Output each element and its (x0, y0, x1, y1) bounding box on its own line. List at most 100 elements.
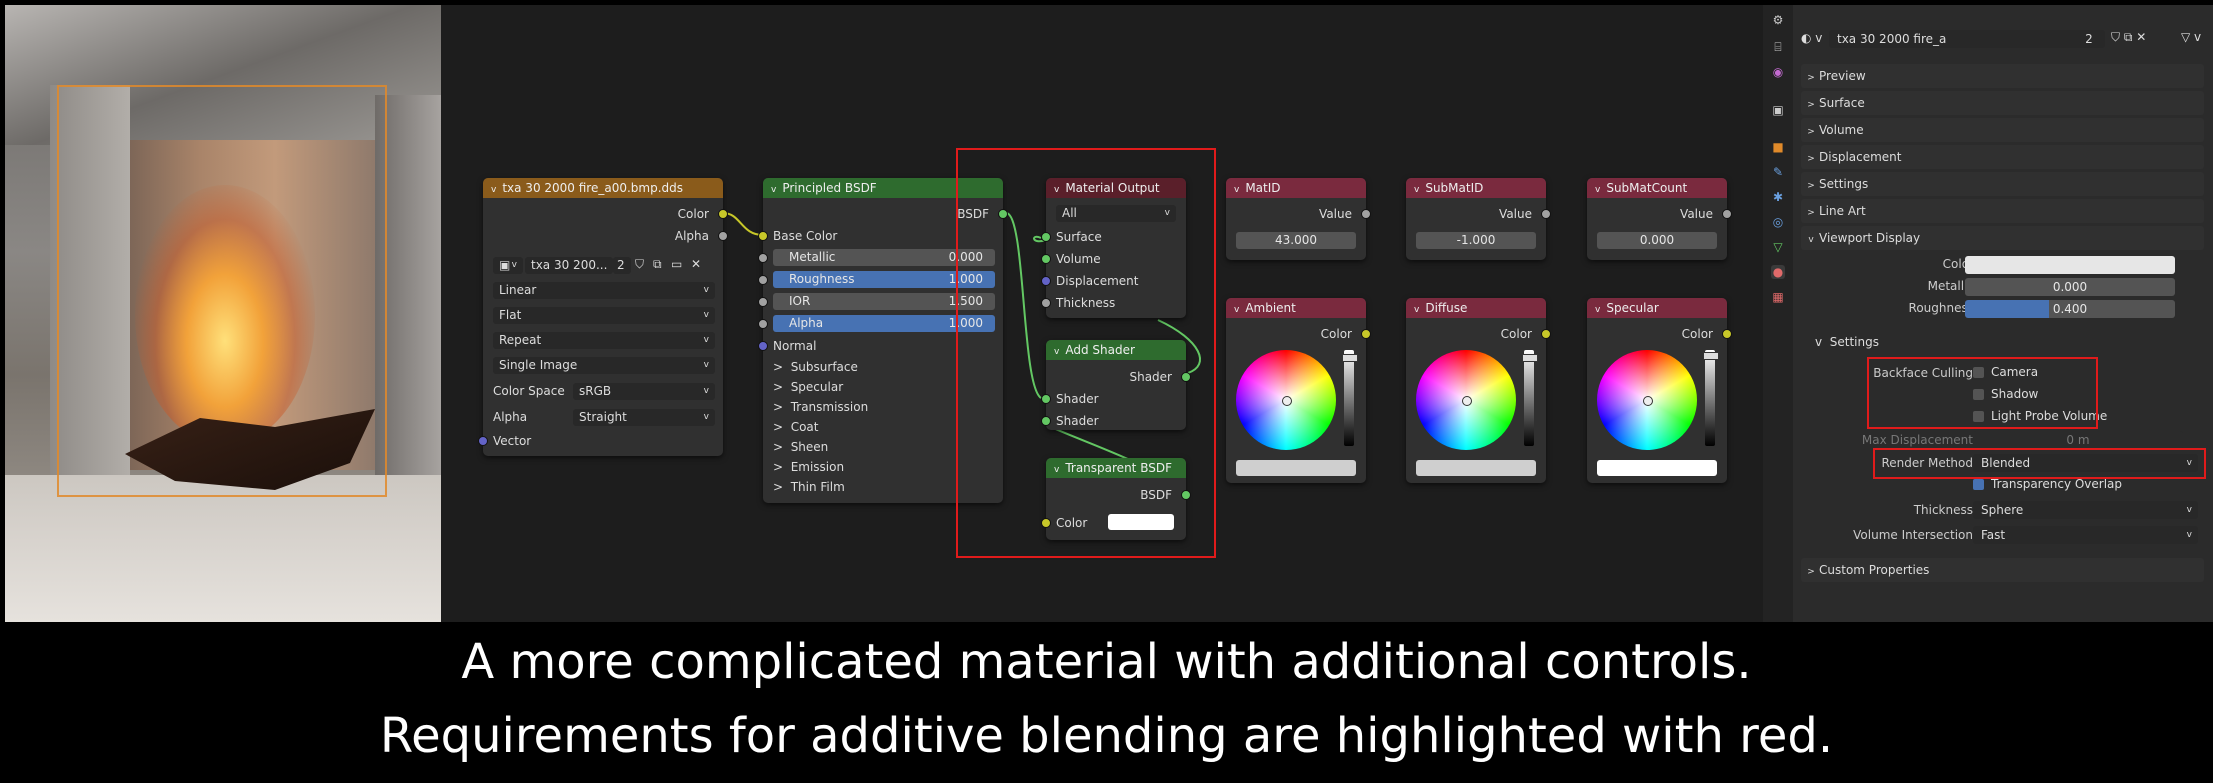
subpanel-settings[interactable]: v Settings (1815, 335, 1879, 349)
panel-displacement[interactable]: > Displacement (1801, 145, 2204, 169)
color-space-label: Color Space (493, 384, 565, 398)
fake-user-icon[interactable]: ⛉ ⧉ ✕ (2111, 30, 2146, 45)
normal-socket[interactable] (758, 341, 768, 351)
tool-icon[interactable]: ⚙ (1771, 13, 1785, 27)
value-node-submatid[interactable]: v SubMatID Value -1.000 (1406, 178, 1551, 260)
ambient-header[interactable]: v Ambient (1226, 298, 1366, 318)
ambient-swatch[interactable] (1236, 460, 1356, 476)
source-dropdown[interactable]: Single Image v (493, 357, 715, 374)
diffuse-header[interactable]: v Diffuse (1406, 298, 1546, 318)
max-displacement-field[interactable]: 0 m (1973, 431, 2183, 449)
vd-roughness-field[interactable]: 0.400 (1965, 300, 2175, 318)
output-icon[interactable]: ◉ (1771, 65, 1785, 79)
panel-emission[interactable]: > Emission (773, 458, 844, 476)
image-browse-button[interactable]: ▣ v (493, 257, 523, 274)
color-node-specular[interactable]: v Specular Color (1587, 298, 1732, 483)
submatcount-output-socket[interactable] (1722, 209, 1732, 219)
render-icon[interactable]: ⌸ (1771, 40, 1785, 54)
roughness-socket[interactable] (758, 275, 768, 285)
panel-preview[interactable]: > Preview (1801, 64, 2204, 88)
panel-thin-film[interactable]: > Thin Film (773, 478, 845, 496)
scene-icon[interactable]: ▣ (1771, 103, 1785, 117)
vd-metallic-field[interactable]: 0.000 (1965, 278, 2175, 296)
vector-input-socket[interactable] (478, 436, 488, 446)
diffuse-color-wheel[interactable] (1416, 350, 1516, 450)
value-node-matid[interactable]: v MatID Value 43.000 (1226, 178, 1371, 260)
ambient-output-socket[interactable] (1361, 329, 1371, 339)
panel-settings[interactable]: > Settings (1801, 172, 2204, 196)
panel-subsurface[interactable]: > Subsurface (773, 358, 858, 376)
matid-output-socket[interactable] (1361, 209, 1371, 219)
particles-icon[interactable]: ✱ (1771, 190, 1785, 204)
material-users-count[interactable]: 2 (2073, 30, 2105, 48)
projection-dropdown[interactable]: Flat v (493, 307, 715, 324)
submatcount-header[interactable]: v SubMatCount (1587, 178, 1727, 198)
panel-surface[interactable]: > Surface (1801, 91, 2204, 115)
diffuse-output-socket[interactable] (1541, 329, 1551, 339)
color-output-label: Color (677, 207, 709, 221)
filter-icon[interactable]: ▽ v (2181, 30, 2201, 44)
image-users-count[interactable]: 2 (613, 257, 631, 274)
transparency-overlap-checkbox[interactable] (1973, 479, 1984, 490)
matid-value-field[interactable]: 43.000 (1236, 232, 1356, 249)
duplicate-icon[interactable]: ⧉ (653, 257, 662, 272)
submatid-output-label: Value (1499, 207, 1532, 221)
folder-icon[interactable]: ▭ (671, 257, 682, 271)
submatid-header[interactable]: v SubMatID (1406, 178, 1546, 198)
3d-viewport[interactable] (5, 5, 441, 622)
node-editor[interactable]: v txa 30 2000 fire_a00.bmp.dds Color Alph… (441, 5, 1763, 622)
panel-custom-properties[interactable]: > Custom Properties (1801, 558, 2204, 582)
diffuse-swatch[interactable] (1416, 460, 1536, 476)
submatid-value-field[interactable]: -1.000 (1416, 232, 1536, 249)
modifier-icon[interactable]: ✎ (1771, 165, 1785, 179)
physics-icon[interactable]: ◎ (1771, 215, 1785, 229)
ior-socket[interactable] (758, 297, 768, 307)
image-name-field[interactable]: txa 30 200... (525, 257, 613, 274)
color-space-dropdown[interactable]: sRGB v (573, 383, 715, 400)
fake-user-icon[interactable]: ⛉ (635, 257, 644, 272)
principled-title: Principled BSDF (782, 181, 877, 195)
close-icon[interactable]: ✕ (691, 257, 701, 271)
material-name-field[interactable]: txa 30 2000 fire_a (1829, 30, 2079, 48)
alpha-socket[interactable] (758, 319, 768, 329)
thickness-mode-dropdown[interactable]: Sphere v (1973, 501, 2198, 519)
matid-header[interactable]: v MatID (1226, 178, 1366, 198)
value-node-submatcount[interactable]: v SubMatCount Value 0.000 (1587, 178, 1732, 260)
specular-header[interactable]: v Specular (1587, 298, 1727, 318)
alpha-output-socket[interactable] (718, 231, 728, 241)
diffuse-output-label: Color (1500, 327, 1532, 341)
ambient-color-wheel[interactable] (1236, 350, 1336, 450)
color-node-diffuse[interactable]: v Diffuse Color (1406, 298, 1551, 483)
vd-color-swatch[interactable] (1965, 256, 2175, 274)
material-browse-icon[interactable]: ◐ v (1801, 31, 1822, 45)
base-color-socket[interactable] (758, 231, 768, 241)
panel-transmission[interactable]: > Transmission (773, 398, 868, 416)
specular-swatch[interactable] (1597, 460, 1717, 476)
data-icon[interactable]: ▽ (1771, 240, 1785, 254)
submatcount-value-field[interactable]: 0.000 (1597, 232, 1717, 249)
submatid-output-socket[interactable] (1541, 209, 1551, 219)
metallic-socket[interactable] (758, 253, 768, 263)
material-icon[interactable]: ● (1771, 265, 1785, 279)
panel-viewport-display[interactable]: v Viewport Display (1801, 226, 2204, 250)
color-node-ambient[interactable]: v Ambient Color (1226, 298, 1371, 483)
specular-color-wheel[interactable] (1597, 350, 1697, 450)
panel-volume[interactable]: > Volume (1801, 118, 2204, 142)
extension-dropdown[interactable]: Repeat v (493, 332, 715, 349)
texture-icon[interactable]: ▦ (1771, 290, 1785, 304)
image-node-header[interactable]: v txa 30 2000 fire_a00.bmp.dds (483, 178, 723, 198)
diffuse-value-slider[interactable] (1522, 350, 1538, 446)
panel-specular[interactable]: > Specular (773, 378, 843, 396)
interpolation-dropdown[interactable]: Linear v (493, 282, 715, 299)
ambient-value-slider[interactable] (1342, 350, 1358, 446)
color-output-socket[interactable] (718, 209, 728, 219)
panel-coat[interactable]: > Coat (773, 418, 818, 436)
object-icon[interactable]: ■ (1771, 140, 1785, 154)
panel-line-art[interactable]: > Line Art (1801, 199, 2204, 223)
specular-value-slider[interactable] (1703, 350, 1719, 446)
panel-sheen[interactable]: > Sheen (773, 438, 828, 456)
image-texture-node[interactable]: v txa 30 2000 fire_a00.bmp.dds Color Alph… (478, 178, 728, 456)
alpha-mode-dropdown[interactable]: Straight v (573, 409, 715, 426)
volume-intersection-dropdown[interactable]: Fast v (1973, 526, 2198, 544)
specular-output-socket[interactable] (1722, 329, 1732, 339)
